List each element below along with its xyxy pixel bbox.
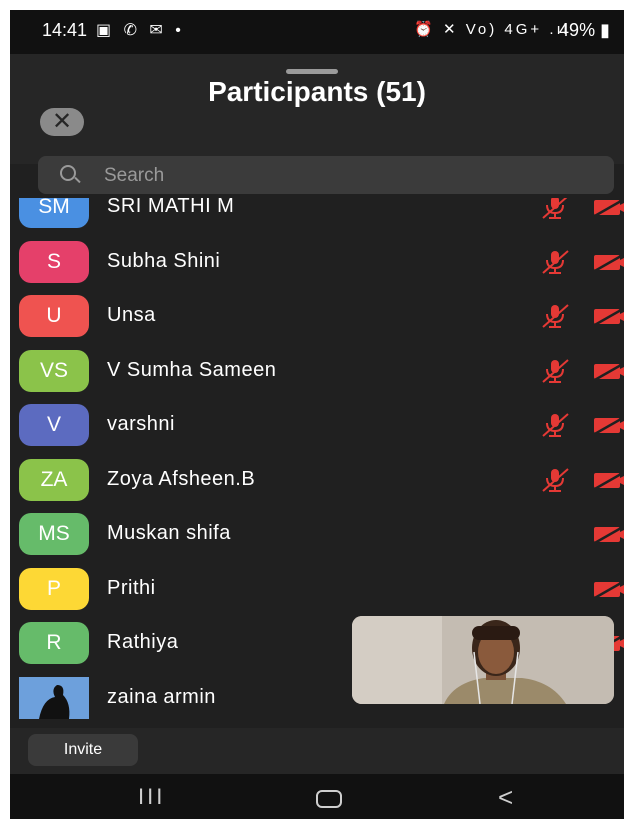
mic-muted-icon: [540, 249, 570, 275]
recent-apps-icon[interactable]: III: [138, 784, 165, 810]
participant-name: SRI MATHI M: [107, 198, 235, 217]
invite-button[interactable]: Invite: [28, 734, 138, 766]
avatar: V: [19, 404, 89, 446]
participant-row[interactable]: Vvarshni: [10, 398, 624, 452]
avatar: U: [19, 295, 89, 337]
avatar: S: [19, 240, 89, 283]
participant-name: varshni: [107, 413, 175, 435]
video-off-icon: [592, 305, 624, 328]
back-icon[interactable]: <: [498, 782, 513, 813]
participant-name: Unsa: [107, 304, 156, 326]
participant-row[interactable]: VS V Sumha Sameen: [10, 344, 624, 398]
battery-level: 49% ▮: [559, 20, 610, 40]
video-off-icon: [592, 469, 624, 491]
phone-screen: 14:41 ▣ ✆ ✉ • ⏰ ✕ Vo) 4G+ .ıl 49% ▮ Part…: [10, 10, 624, 819]
participant-name: Muskan shifa: [107, 522, 231, 544]
participants-header: Participants (51) ✕: [10, 54, 624, 164]
participant-name: zaina armin: [107, 685, 216, 708]
battery-icon: ▮: [600, 20, 610, 40]
avatar: R: [19, 622, 89, 664]
video-off-icon: [592, 414, 624, 437]
signal-icons: ⏰ ✕ Vo) 4G+ .ıl: [414, 21, 570, 38]
self-video-preview[interactable]: [352, 616, 614, 704]
search-placeholder: Search: [104, 165, 165, 186]
drag-handle[interactable]: [286, 69, 338, 74]
mic-muted-icon: [540, 358, 570, 384]
profile-photo: [19, 676, 89, 719]
video-off-icon: [592, 360, 624, 382]
avatar: P: [19, 567, 89, 610]
avatar: SM: [19, 198, 89, 228]
participant-name: Prithi: [107, 576, 156, 599]
avatar: MS: [19, 513, 89, 555]
participant-row[interactable]: MS Muskan shifa: [10, 507, 624, 561]
notification-icons: ▣ ✆ ✉ •: [96, 22, 185, 39]
participant-row[interactable]: P Prithi: [10, 562, 624, 616]
mic-muted-icon: [540, 412, 570, 438]
video-off-icon: [592, 523, 624, 546]
search-icon: [60, 165, 76, 181]
video-frame: [352, 616, 614, 704]
participant-row[interactable]: S Subha Shini: [10, 235, 624, 289]
video-off-icon: [592, 198, 624, 219]
avatar: [19, 676, 89, 719]
video-off-icon: [592, 251, 624, 273]
participant-name: Rathiya: [107, 631, 179, 653]
footer-bar: Invite: [10, 728, 624, 774]
avatar: ZA: [19, 458, 89, 501]
page-title: Participants (51): [208, 76, 426, 107]
mic-muted-icon: [540, 467, 570, 493]
video-off-icon: [592, 578, 624, 600]
status-bar: 14:41 ▣ ✆ ✉ • ⏰ ✕ Vo) 4G+ .ıl 49% ▮: [10, 10, 624, 54]
search-input[interactable]: Search: [38, 156, 614, 194]
close-icon[interactable]: ✕: [40, 108, 84, 136]
mic-muted-icon: [540, 303, 570, 329]
mic-muted-icon: [540, 198, 570, 220]
participant-name: Subha Shini: [107, 249, 221, 272]
participant-row[interactable]: SM SRI MATHI M: [10, 198, 624, 234]
participant-row[interactable]: U Unsa: [10, 289, 624, 343]
avatar: VS: [19, 349, 89, 392]
home-icon[interactable]: [316, 790, 342, 808]
participant-row[interactable]: ZA Zoya Afsheen.B: [10, 453, 624, 507]
participant-name: Zoya Afsheen.B: [107, 467, 256, 490]
android-nav-bar: III <: [10, 774, 624, 819]
participant-name: V Sumha Sameen: [107, 358, 277, 381]
status-time: 14:41: [42, 20, 88, 40]
